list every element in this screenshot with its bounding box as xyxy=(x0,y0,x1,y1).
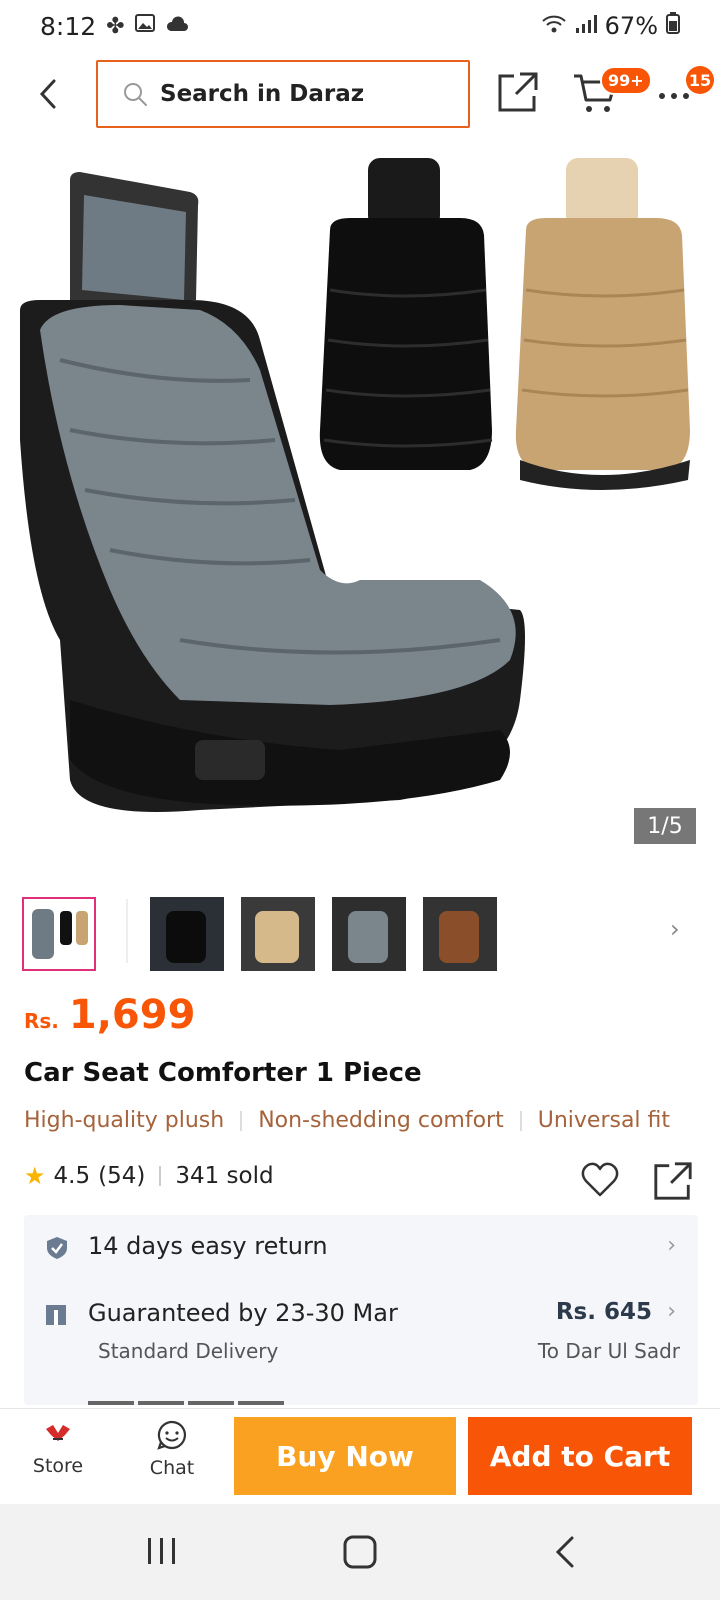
price-value: 1,699 xyxy=(68,992,196,1038)
home-button[interactable] xyxy=(342,1534,378,1570)
return-policy-text: 14 days easy return xyxy=(88,1232,328,1260)
back-button[interactable] xyxy=(28,68,68,120)
rating-divider xyxy=(159,1166,162,1186)
delivery-fee: Rs. 645 xyxy=(555,1299,652,1325)
tag-divider xyxy=(240,1110,243,1131)
wishlist-button[interactable] xyxy=(580,1160,620,1200)
home-icon xyxy=(343,1535,377,1569)
services-card: 14 days easy return › Guaranteed by 23-3… xyxy=(24,1215,698,1405)
product-title: Car Seat Comforter 1 Piece xyxy=(24,1058,422,1088)
share-icon xyxy=(654,1162,692,1200)
product-tags: High-quality plush Non-shedding comfort … xyxy=(24,1108,670,1133)
recent-apps-button[interactable] xyxy=(144,1534,180,1568)
store-button[interactable]: Store xyxy=(22,1419,94,1499)
chat-button[interactable]: Chat xyxy=(136,1419,208,1499)
rating-value: 4.5 xyxy=(53,1163,91,1189)
system-back-button[interactable] xyxy=(552,1534,578,1570)
return-policy-row[interactable]: 14 days easy return › xyxy=(24,1215,698,1279)
chat-icon xyxy=(157,1420,187,1450)
store-logo-icon xyxy=(46,1425,70,1441)
product-tag: High-quality plush xyxy=(24,1108,225,1133)
bottom-action-bar: Store Chat Buy Now Add to Cart xyxy=(0,1408,720,1504)
shield-check-icon xyxy=(44,1235,70,1261)
rating-count: (54) xyxy=(98,1163,146,1189)
thumbnail-1[interactable] xyxy=(22,897,96,971)
rating-row[interactable]: ★ 4.5 (54) 341 sold xyxy=(24,1162,274,1190)
heart-icon xyxy=(581,1162,619,1197)
star-icon: ★ xyxy=(24,1162,46,1190)
image-counter: 1/5 xyxy=(634,808,696,844)
delivery-box-icon xyxy=(44,1303,70,1329)
share-product-button[interactable] xyxy=(652,1160,694,1202)
product-image[interactable] xyxy=(0,140,720,860)
delivery-row[interactable]: Guaranteed by 23-30 Mar Standard Deliver… xyxy=(24,1279,698,1389)
thumbnail-5[interactable] xyxy=(423,897,497,971)
system-navigation-bar xyxy=(0,1504,720,1600)
partial-content-strip xyxy=(88,1401,284,1405)
search-placeholder: Search in Daraz xyxy=(160,81,365,107)
delivery-type: Standard Delivery xyxy=(98,1339,279,1363)
thumbnail-2[interactable] xyxy=(150,897,224,971)
search-icon xyxy=(124,83,147,106)
chevron-left-icon xyxy=(555,1536,574,1568)
notification-badge: 15 xyxy=(686,66,714,94)
share-icon xyxy=(498,72,538,112)
share-button[interactable] xyxy=(496,70,540,114)
gallery-icon xyxy=(134,13,155,39)
chevron-right-icon: › xyxy=(667,1233,676,1258)
status-time: 8:12 xyxy=(40,11,97,41)
battery-icon xyxy=(666,12,680,40)
thumbnail-3[interactable] xyxy=(241,897,315,971)
product-tag: Universal fit xyxy=(537,1108,671,1133)
chat-label: Chat xyxy=(149,1457,195,1479)
delivery-location: To Dar Ul Sadr xyxy=(537,1339,680,1363)
thumbnail-4[interactable] xyxy=(332,897,406,971)
signal-icon xyxy=(575,12,597,40)
add-to-cart-button[interactable]: Add to Cart xyxy=(468,1417,692,1495)
thumbnail-strip: › xyxy=(0,893,720,971)
top-bar: Search in Daraz 99+ 15 xyxy=(0,56,720,132)
chevron-right-icon: › xyxy=(667,1299,676,1324)
store-label: Store xyxy=(32,1455,84,1477)
battery-percent: 67% xyxy=(604,12,658,40)
chevron-right-icon[interactable]: › xyxy=(670,915,680,943)
search-input[interactable]: Search in Daraz xyxy=(96,60,470,128)
cloud-icon xyxy=(165,14,189,39)
sold-count: 341 sold xyxy=(175,1163,274,1189)
delivery-title: Guaranteed by 23-30 Mar xyxy=(88,1299,398,1327)
price-currency: Rs. xyxy=(24,1009,59,1033)
thumbnail-divider xyxy=(126,899,128,963)
wifi-icon xyxy=(541,12,567,40)
chevron-left-icon xyxy=(39,79,56,109)
status-bar: 8:12 ✤ 67% xyxy=(0,0,720,52)
product-tag: Non-shedding comfort xyxy=(258,1108,504,1133)
recent-apps-icon xyxy=(148,1538,175,1564)
buy-now-button[interactable]: Buy Now xyxy=(234,1417,456,1495)
beige-seat-illustration xyxy=(515,158,690,490)
tag-divider xyxy=(519,1110,522,1131)
fan-icon: ✤ xyxy=(106,13,125,39)
cart-count-badge: 99+ xyxy=(600,66,652,95)
product-price: Rs. 1,699 xyxy=(24,992,195,1038)
black-seat-illustration xyxy=(319,158,493,470)
